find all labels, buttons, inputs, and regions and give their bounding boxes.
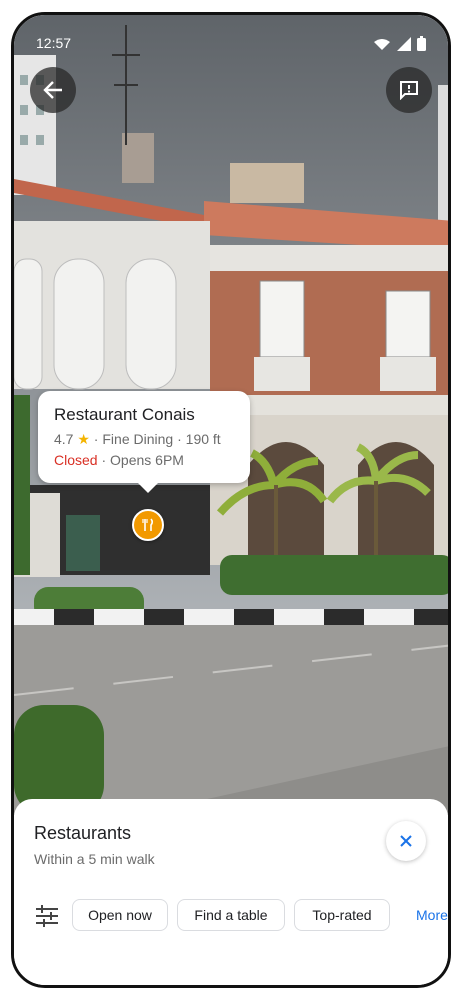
place-distance: 190 ft xyxy=(185,431,221,447)
place-details: 4.7 ★ · Fine Dining · 190 ft xyxy=(54,431,221,447)
results-sheet: Restaurants Within a 5 min walk Open now… xyxy=(14,799,448,985)
status-icons xyxy=(373,36,426,51)
signal-icon xyxy=(397,36,411,51)
feedback-button[interactable] xyxy=(386,67,432,113)
fork-knife-icon xyxy=(142,518,154,531)
wifi-icon xyxy=(374,38,390,50)
place-status: Closed xyxy=(54,452,98,468)
street-view-scene[interactable]: 12:57 Restaurant Conais 4.7 ★ · Fine Din… xyxy=(14,15,448,815)
place-category: Fine Dining xyxy=(102,431,174,447)
feedback-icon xyxy=(400,81,418,100)
place-name: Restaurant Conais xyxy=(54,405,195,424)
restaurant-pin[interactable] xyxy=(132,509,164,541)
phone-frame: 12:57 Restaurant Conais 4.7 ★ · Fine Din… xyxy=(11,12,451,988)
chip-top-rated[interactable]: Top-rated xyxy=(294,899,390,931)
close-button[interactable] xyxy=(386,821,426,861)
sheet-title: Restaurants xyxy=(34,823,132,843)
place-callout[interactable]: Restaurant Conais 4.7 ★ · Fine Dining · … xyxy=(38,391,250,493)
chip-find-a-table[interactable]: Find a table xyxy=(177,899,285,931)
status-time: 12:57 xyxy=(36,35,72,51)
back-arrow-icon xyxy=(43,81,62,99)
chip-open-now[interactable]: Open now xyxy=(72,899,168,931)
status-bar: 12:57 xyxy=(36,33,426,53)
more-link[interactable]: More xyxy=(416,907,448,923)
filter-icon[interactable] xyxy=(34,903,60,929)
place-opens: Opens 6PM xyxy=(110,452,184,468)
place-hours: Closed · Opens 6PM xyxy=(54,452,184,468)
battery-icon xyxy=(417,36,426,51)
sheet-subtitle: Within a 5 min walk xyxy=(34,851,155,867)
close-icon xyxy=(400,835,412,847)
star-icon: ★ xyxy=(77,431,90,447)
back-button[interactable] xyxy=(30,67,76,113)
place-rating: 4.7 xyxy=(54,431,74,447)
